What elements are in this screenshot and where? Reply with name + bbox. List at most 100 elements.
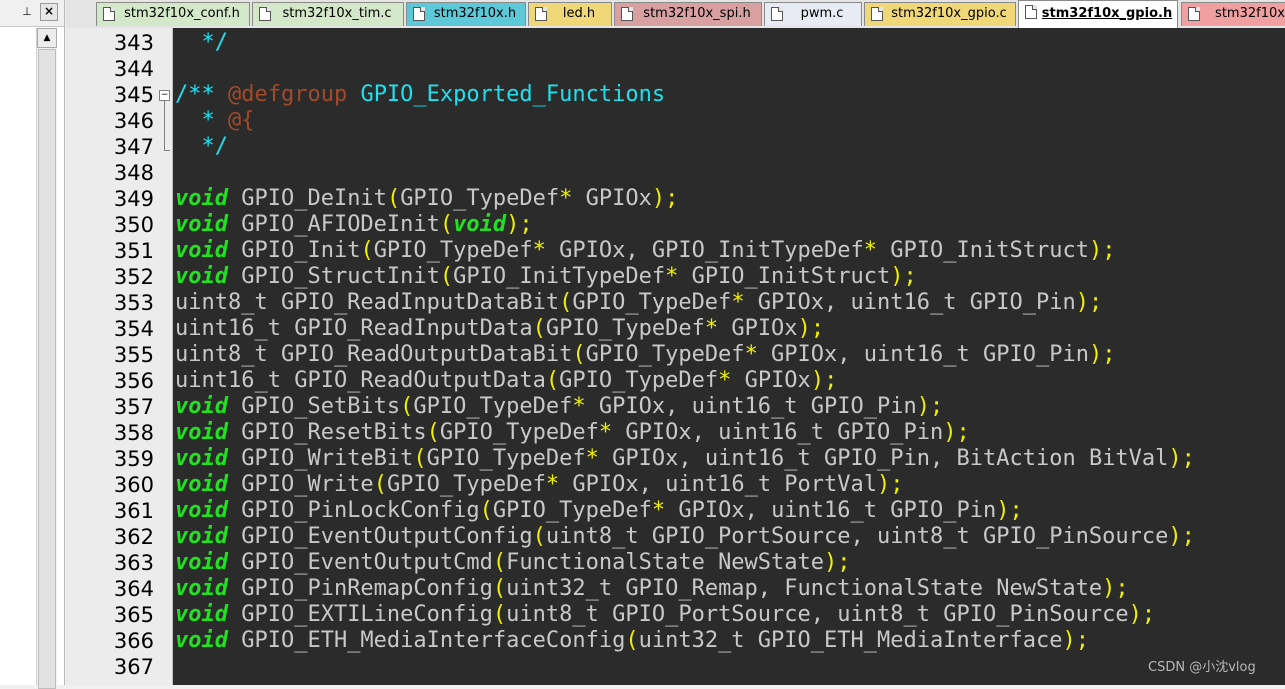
code-line: 361 void GPIO_PinLockConfig(GPIO_TypeDef*… [66,498,1285,524]
code-text: uint16_t GPIO_ReadInputData(GPIO_TypeDef… [175,316,825,341]
code-text: void GPIO_Write(GPIO_TypeDef* GPIOx, uin… [175,472,904,497]
file-tab-bar: stm32f10x_conf.h stm32f10x_tim.c stm32f10x… [66,0,1285,29]
dock-scrollbar[interactable]: ▲ [36,28,57,689]
line-number: 343 [113,31,154,55]
line-number: 346 [113,109,154,133]
file-icon [413,7,425,21]
scrollbar-thumb[interactable] [38,49,56,689]
line-number: 351 [113,239,154,263]
tab-stm32f10x[interactable]: stm32f10x [1181,2,1285,26]
file-icon [621,7,633,21]
code-text: */ [175,134,228,159]
code-text: */ [175,30,228,55]
file-icon [1025,5,1037,19]
code-text: void GPIO_Init(GPIO_TypeDef* GPIOx, GPIO… [175,238,1116,263]
tab-stm32f10x-spi-h[interactable]: stm32f10x_spi.h [614,2,762,26]
code-text: void GPIO_ResetBits(GPIO_TypeDef* GPIOx,… [175,420,970,445]
code-text: void GPIO_WriteBit(GPIO_TypeDef* GPIOx, … [175,446,1195,471]
code-line: 366 void GPIO_ETH_MediaInterfaceConfig(ui… [66,628,1285,654]
code-line: 360 void GPIO_Write(GPIO_TypeDef* GPIOx, … [66,472,1285,498]
file-icon [1188,7,1200,21]
code-line: 364 void GPIO_PinRemapConfig(uint32_t GPI… [66,576,1285,602]
line-number: 347 [113,135,154,159]
tab-stm32f10x-gpio-h[interactable]: stm32f10x_gpio.h [1018,0,1178,28]
line-number: 352 [113,265,154,289]
tab-label: stm32f10x_gpio.h [1041,6,1173,21]
line-number: 344 [113,57,154,81]
watermark: CSDN @小沈vlog [1148,660,1256,675]
line-number: 367 [113,655,154,679]
file-icon [259,7,271,21]
code-line: 349 void GPIO_DeInit(GPIO_TypeDef* GPIOx)… [66,186,1285,212]
tab-stm32f10x-h[interactable]: stm32f10x.h [406,2,526,26]
code-text: void GPIO_ETH_MediaInterfaceConfig(uint3… [175,628,1089,653]
tab-led-h[interactable]: led.h [528,2,612,26]
line-number: 350 [113,213,154,237]
code-line: 347 */ [66,134,1285,160]
file-icon [771,7,783,21]
code-line: 363 void GPIO_EventOutputCmd(FunctionalSt… [66,550,1285,576]
code-line: 344 [66,56,1285,82]
tab-label: stm32f10x_tim.c [282,6,392,21]
code-text: void GPIO_AFIODeInit(void); [175,212,533,237]
line-number: 354 [113,317,154,341]
line-number: 356 [113,369,154,393]
line-number: 364 [113,577,154,601]
code-line: 345 /** @defgroup GPIO_Exported_Functions [66,82,1285,108]
tab-label: pwm.c [800,6,844,21]
code-line: 346 * @{ [66,108,1285,134]
line-number: 357 [113,395,154,419]
tab-label: stm32f10x [1215,6,1285,21]
tab-stm32f10x-gpio-c[interactable]: stm32f10x_gpio.c [864,2,1016,26]
code-line: 355 uint8_t GPIO_ReadOutputDataBit(GPIO_T… [66,342,1285,368]
line-number: 361 [113,499,154,523]
code-text: void GPIO_PinLockConfig(GPIO_TypeDef* GP… [175,498,1023,523]
code-line: 352 void GPIO_StructInit(GPIO_InitTypeDef… [66,264,1285,290]
file-icon [871,7,883,21]
code-line: 351 void GPIO_Init(GPIO_TypeDef* GPIOx, G… [66,238,1285,264]
close-icon[interactable]: × [40,3,58,21]
line-number: 360 [113,473,154,497]
code-text: void GPIO_EventOutputCmd(FunctionalState… [175,550,851,575]
scroll-up-icon[interactable]: ▲ [37,28,57,48]
code-line: 354 uint16_t GPIO_ReadInputData(GPIO_Type… [66,316,1285,342]
line-number: 365 [113,603,154,627]
code-text: uint8_t GPIO_ReadOutputDataBit(GPIO_Type… [175,342,1116,367]
line-number: 345 [113,83,154,107]
code-line: 353 uint8_t GPIO_ReadInputDataBit(GPIO_Ty… [66,290,1285,316]
tab-pwm-c[interactable]: pwm.c [764,2,862,26]
line-number: 359 [113,447,154,471]
tab-stm32f10x-tim-c[interactable]: stm32f10x_tim.c [252,2,404,26]
dock-header: ⊥ × [0,0,64,27]
code-text: void GPIO_DeInit(GPIO_TypeDef* GPIOx); [175,186,679,211]
code-text: void GPIO_EXTILineConfig(uint8_t GPIO_Po… [175,602,1156,627]
code-text: void GPIO_SetBits(GPIO_TypeDef* GPIOx, u… [175,394,944,419]
code-line: 367 [66,654,1285,680]
code-text: void GPIO_StructInit(GPIO_InitTypeDef* G… [175,264,917,289]
tab-label: stm32f10x.h [433,6,517,21]
tab-label: stm32f10x_spi.h [643,6,751,21]
code-editor[interactable]: − 343 */344 345/** @defgroup GPIO_Exporte… [66,28,1285,685]
code-text: void GPIO_EventOutputConfig(uint8_t GPIO… [175,524,1195,549]
line-number: 349 [113,187,154,211]
file-icon [535,7,547,21]
line-number: 355 [113,343,154,367]
code-text: * @{ [175,108,255,133]
code-line: 362 void GPIO_EventOutputConfig(uint8_t G… [66,524,1285,550]
line-number: 358 [113,421,154,445]
code-line: 343 */ [66,30,1285,56]
line-number: 348 [113,161,154,185]
code-line: 365 void GPIO_EXTILineConfig(uint8_t GPIO… [66,602,1285,628]
pin-icon[interactable]: ⊥ [18,3,36,21]
code-line: 348 [66,160,1285,186]
code-text: /** @defgroup GPIO_Exported_Functions [175,82,666,107]
code-text: uint16_t GPIO_ReadOutputData(GPIO_TypeDe… [175,368,838,393]
code-line: 356 uint16_t GPIO_ReadOutputData(GPIO_Typ… [66,368,1285,394]
file-icon [103,7,115,21]
line-number: 353 [113,291,154,315]
code-line: 358 void GPIO_ResetBits(GPIO_TypeDef* GPI… [66,420,1285,446]
code-text: uint8_t GPIO_ReadInputDataBit(GPIO_TypeD… [175,290,1103,315]
line-number: 362 [113,525,154,549]
tab-label: stm32f10x_gpio.c [891,6,1007,21]
tab-stm32f10x-conf-h[interactable]: stm32f10x_conf.h [96,2,250,26]
